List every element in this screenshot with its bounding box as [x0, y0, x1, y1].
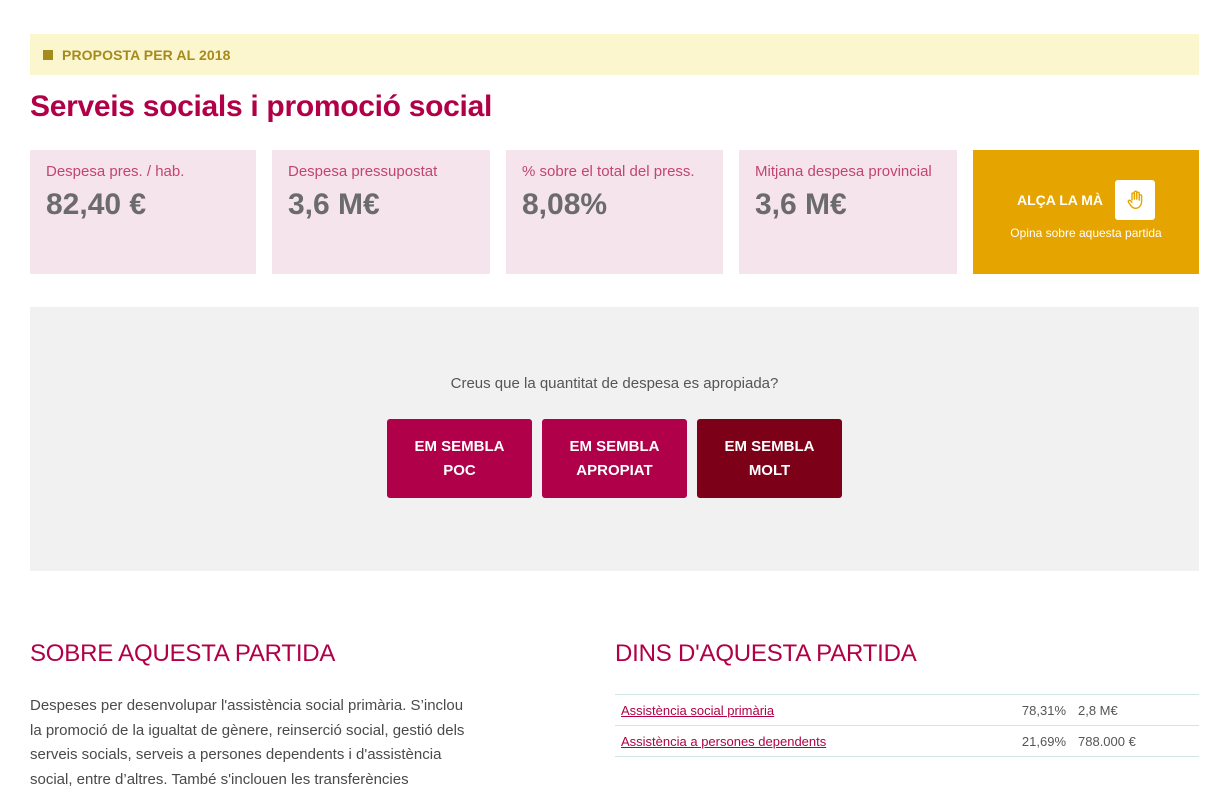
kpi-label: Mitjana despesa provincial — [755, 163, 932, 180]
hand-icon — [1115, 180, 1156, 220]
seems-low-button[interactable]: EM SEMBLA POC — [387, 419, 532, 498]
about-heading: SOBRE AQUESTA PARTIDA — [30, 640, 336, 667]
subitem-percent: 78,31% — [1021, 702, 1066, 718]
page-title: Serveis socials i promoció social — [30, 90, 492, 123]
banner-label: PROPOSTA PER AL 2018 — [62, 46, 231, 63]
kpi-label: Despesa pressupostat — [288, 163, 438, 180]
kpi-value: 3,6 M€ — [755, 188, 847, 221]
seems-appropriate-button[interactable]: EM SEMBLA APROPIAT — [542, 419, 687, 498]
kpi-label: % sobre el total del press. — [522, 163, 695, 180]
subitems-table: Assistència social primària 78,31% 2,8 M… — [615, 694, 1199, 757]
square-icon — [43, 49, 53, 60]
kpi-provincial-average: Mitjana despesa provincial 3,6 M€ — [739, 150, 957, 274]
raise-hand-label: ALÇA LA MÀ — [1016, 192, 1104, 208]
raise-hand-subtitle: Opina sobre aquesta partida — [1010, 226, 1162, 240]
subitem-link[interactable]: Assistència social primària — [621, 703, 774, 718]
table-row: Assistència social primària 78,31% 2,8 M… — [615, 695, 1199, 726]
kpi-budgeted-spend: Despesa pressupostat 3,6 M€ — [272, 150, 490, 274]
kpi-label: Despesa pres. / hab. — [46, 163, 185, 180]
subitem-amount: 788.000 € — [1078, 733, 1136, 749]
subitem-percent: 21,69% — [1021, 733, 1066, 749]
subitem-amount: 2,8 M€ — [1078, 702, 1118, 718]
kpi-spend-per-inhabitant: Despesa pres. / hab. 82,40 € — [30, 150, 256, 274]
about-description: Despeses per desenvolupar l'assistència … — [30, 697, 465, 788]
raise-hand-button[interactable]: ALÇA LA MÀ Opina sobre aquesta partida — [973, 150, 1199, 274]
table-row: Assistència a persones dependents 21,69%… — [615, 726, 1199, 757]
kpi-value: 3,6 M€ — [288, 188, 380, 221]
inside-heading: DINS D'AQUESTA PARTIDA — [615, 640, 917, 667]
proposal-banner: PROPOSTA PER AL 2018 — [30, 34, 1199, 75]
kpi-percent-of-total: % sobre el total del press. 8,08% — [506, 150, 723, 274]
survey-question: Creus que la quantitat de despesa es apr… — [450, 375, 779, 392]
seems-high-button[interactable]: EM SEMBLA MOLT — [697, 419, 842, 498]
kpi-value: 8,08% — [522, 188, 608, 221]
spending-survey: Creus que la quantitat de despesa es apr… — [30, 307, 1199, 571]
kpi-value: 82,40 € — [46, 188, 147, 221]
subitem-link[interactable]: Assistència a persones dependents — [621, 734, 826, 749]
